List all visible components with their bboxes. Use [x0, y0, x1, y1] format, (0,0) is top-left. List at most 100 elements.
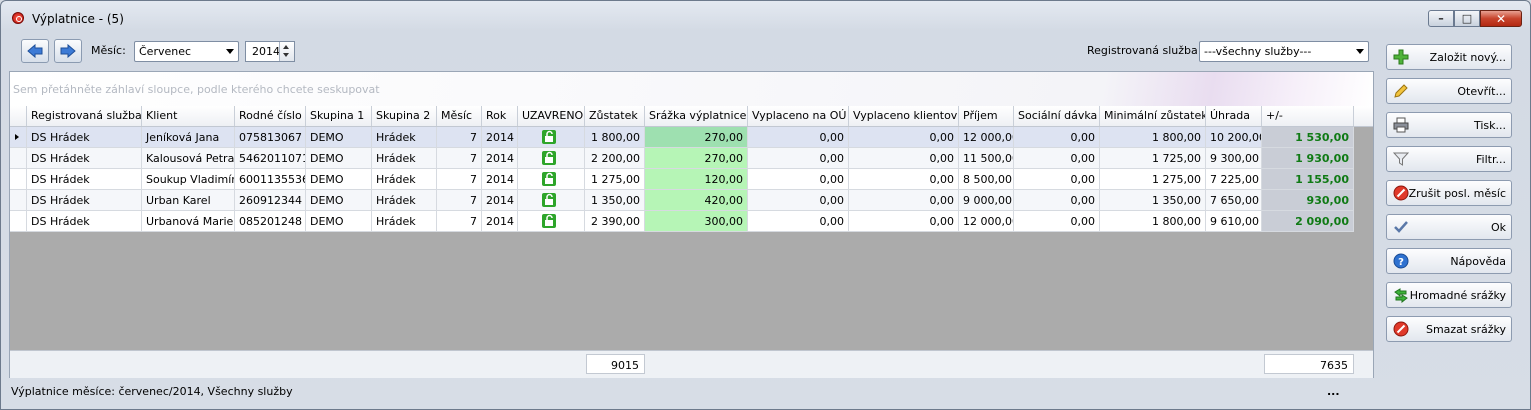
table-row[interactable]: DS Hrádek Urban Karel 260912344 DEMO Hrádek 7…: [10, 190, 1354, 211]
column-header[interactable]: Registrovaná služba: [27, 106, 142, 126]
cell-birth[interactable]: 085201248: [235, 211, 306, 232]
cell-year[interactable]: 2014: [482, 148, 518, 169]
cell-g1[interactable]: DEMO: [306, 190, 372, 211]
cell-income[interactable]: 9 000,00: [959, 190, 1014, 211]
cell-g2[interactable]: Hrádek: [372, 211, 437, 232]
column-header[interactable]: Minimální zůstatek: [1100, 106, 1206, 126]
cell-income[interactable]: 12 000,00: [959, 127, 1014, 148]
cell-g2[interactable]: Hrádek: [372, 127, 437, 148]
cell-year[interactable]: 2014: [482, 127, 518, 148]
cell-balance[interactable]: 1 800,00: [585, 127, 645, 148]
previous-month-button[interactable]: [21, 39, 49, 63]
cell-min_balance[interactable]: 1 725,00: [1100, 148, 1206, 169]
cell-client[interactable]: Kalousová Petra: [142, 148, 235, 169]
cell-payment[interactable]: 10 200,00: [1206, 127, 1262, 148]
cell-paid_ou[interactable]: 0,00: [748, 169, 849, 190]
cell-deduction[interactable]: 300,00: [645, 211, 748, 232]
data-grid[interactable]: Sem přetáhněte záhlaví sloupce, podle kt…: [9, 71, 1374, 378]
help-button[interactable]: ? Nápověda: [1386, 248, 1512, 274]
cell-paid_ou[interactable]: 0,00: [748, 127, 849, 148]
cell-year[interactable]: 2014: [482, 169, 518, 190]
cell-balance[interactable]: 1 350,00: [585, 190, 645, 211]
closed-cell[interactable]: [518, 169, 585, 190]
cell-service[interactable]: DS Hrádek: [27, 211, 142, 232]
cell-year[interactable]: 2014: [482, 211, 518, 232]
cell-month[interactable]: 7: [437, 148, 482, 169]
cell-paid_client[interactable]: 0,00: [849, 148, 959, 169]
cell-paid_client[interactable]: 0,00: [849, 211, 959, 232]
ok-button[interactable]: Ok: [1386, 214, 1512, 240]
table-row[interactable]: DS Hrádek Soukup Vladimír 6001135536 DEMO Hr…: [10, 169, 1354, 190]
cell-service[interactable]: DS Hrádek: [27, 190, 142, 211]
column-header[interactable]: Úhrada: [1206, 106, 1262, 126]
cell-social[interactable]: 0,00: [1014, 148, 1100, 169]
column-header[interactable]: Klient: [142, 106, 235, 126]
minimize-button[interactable]: –: [1428, 10, 1454, 27]
cell-client[interactable]: Jeníková Jana: [142, 127, 235, 148]
table-row[interactable]: DS Hrádek Urbanová Marie 085201248 DEMO Hrád…: [10, 211, 1354, 232]
cell-balance[interactable]: 2 390,00: [585, 211, 645, 232]
cell-deduction[interactable]: 420,00: [645, 190, 748, 211]
cell-income[interactable]: 11 500,00: [959, 148, 1014, 169]
cell-birth[interactable]: 5462011071: [235, 148, 306, 169]
cell-min_balance[interactable]: 1 350,00: [1100, 190, 1206, 211]
cell-birth[interactable]: 260912344: [235, 190, 306, 211]
cell-service[interactable]: DS Hrádek: [27, 169, 142, 190]
cell-min_balance[interactable]: 1 275,00: [1100, 169, 1206, 190]
column-header[interactable]: Rok: [482, 106, 518, 126]
cell-social[interactable]: 0,00: [1014, 169, 1100, 190]
cell-diff[interactable]: 1 155,00: [1262, 169, 1354, 190]
cell-diff[interactable]: 930,00: [1262, 190, 1354, 211]
delete-deductions-button[interactable]: Smazat srážky: [1386, 316, 1512, 342]
cell-month[interactable]: 7: [437, 169, 482, 190]
cell-g1[interactable]: DEMO: [306, 169, 372, 190]
bulk-deductions-button[interactable]: Hromadné srážky: [1386, 282, 1512, 308]
cell-social[interactable]: 0,00: [1014, 190, 1100, 211]
cell-birth[interactable]: 6001135536: [235, 169, 306, 190]
closed-cell[interactable]: [518, 211, 585, 232]
cell-paid_ou[interactable]: 0,00: [748, 211, 849, 232]
column-header[interactable]: Rodné číslo: [235, 106, 306, 126]
cell-paid_ou[interactable]: 0,00: [748, 190, 849, 211]
column-header[interactable]: Skupina 1: [306, 106, 372, 126]
cell-paid_ou[interactable]: 0,00: [748, 148, 849, 169]
cell-diff[interactable]: 1 930,00: [1262, 148, 1354, 169]
cell-payment[interactable]: 7 225,00: [1206, 169, 1262, 190]
cell-income[interactable]: 12 000,00: [959, 211, 1014, 232]
column-header[interactable]: Srážka výplatnice: [645, 106, 748, 126]
cell-payment[interactable]: 9 300,00: [1206, 148, 1262, 169]
cell-income[interactable]: 8 500,00: [959, 169, 1014, 190]
cell-g1[interactable]: DEMO: [306, 211, 372, 232]
close-button[interactable]: ✕: [1480, 10, 1522, 27]
closed-cell[interactable]: [518, 190, 585, 211]
cell-payment[interactable]: 9 610,00: [1206, 211, 1262, 232]
column-header[interactable]: Skupina 2: [372, 106, 437, 126]
column-header[interactable]: Vyplaceno na OÚ: [748, 106, 849, 126]
cell-g1[interactable]: DEMO: [306, 148, 372, 169]
service-select[interactable]: ---všechny služby---: [1199, 41, 1369, 62]
cell-paid_client[interactable]: 0,00: [849, 190, 959, 211]
column-header[interactable]: Vyplaceno klientovi: [849, 106, 959, 126]
cell-g1[interactable]: DEMO: [306, 127, 372, 148]
cell-g2[interactable]: Hrádek: [372, 148, 437, 169]
print-button[interactable]: Tisk...: [1386, 112, 1512, 138]
cell-social[interactable]: 0,00: [1014, 127, 1100, 148]
column-header[interactable]: UZAVRENO: [518, 106, 585, 126]
cell-payment[interactable]: 7 650,00: [1206, 190, 1262, 211]
spinner-arrows-icon[interactable]: [279, 42, 294, 61]
row-indicator[interactable]: [10, 169, 27, 190]
closed-cell[interactable]: [518, 127, 585, 148]
cell-min_balance[interactable]: 1 800,00: [1100, 127, 1206, 148]
table-row[interactable]: DS Hrádek Kalousová Petra 5462011071 DEMO Hr…: [10, 148, 1354, 169]
status-more[interactable]: ...: [1327, 385, 1340, 398]
column-header[interactable]: Příjem: [959, 106, 1014, 126]
cell-month[interactable]: 7: [437, 127, 482, 148]
cell-client[interactable]: Urbanová Marie: [142, 211, 235, 232]
cell-g2[interactable]: Hrádek: [372, 190, 437, 211]
cell-paid_client[interactable]: 0,00: [849, 127, 959, 148]
cell-diff[interactable]: 2 090,00: [1262, 211, 1354, 232]
cell-paid_client[interactable]: 0,00: [849, 169, 959, 190]
column-header[interactable]: +/-: [1262, 106, 1354, 126]
cell-g2[interactable]: Hrádek: [372, 169, 437, 190]
cell-balance[interactable]: 2 200,00: [585, 148, 645, 169]
